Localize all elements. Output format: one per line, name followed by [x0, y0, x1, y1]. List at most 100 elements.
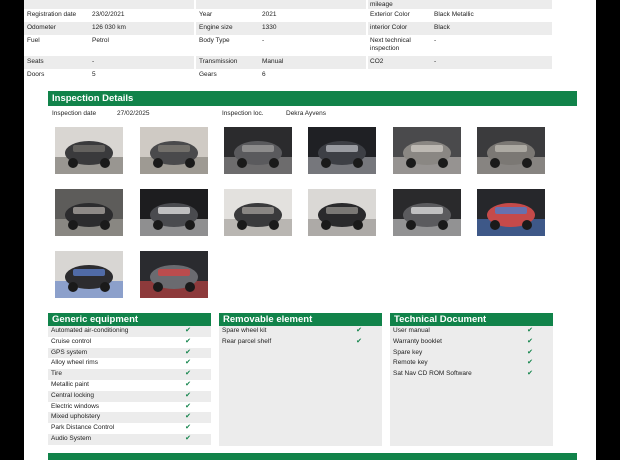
underside-photo[interactable] — [224, 189, 292, 236]
technical-document-item-label: Remote key — [393, 359, 428, 367]
technical-document-item-label: Warranty booklet — [393, 337, 442, 345]
technical-document-item: Remote key ✔ — [390, 358, 553, 369]
car-front-photo[interactable] — [55, 127, 123, 174]
check-icon: ✔ — [185, 424, 191, 432]
detail-value: - — [434, 37, 437, 44]
row-bg — [196, 0, 366, 9]
row-bg — [24, 0, 194, 9]
infotainment-photo[interactable] — [477, 189, 545, 236]
generic-equipment-item-label: Electric windows — [51, 402, 100, 410]
check-icon: ✔ — [185, 348, 191, 356]
generic-equipment-item-label: Central locking — [51, 391, 94, 399]
instrument-cluster-photo[interactable] — [308, 127, 376, 174]
technical-document-item: User manual ✔ — [390, 326, 553, 337]
inspection-loc-value: Dekra Ayvens — [286, 110, 326, 117]
technical-document-item: Sat Nav CD ROM Software ✔ — [390, 369, 553, 380]
detail-label: Fuel — [27, 37, 40, 44]
dashboard-photo[interactable] — [224, 127, 292, 174]
rear-seats-photo[interactable] — [477, 127, 545, 174]
detail-value: 126 030 km — [92, 24, 126, 31]
removable-element-item: Rear parcel shelf ✔ — [219, 337, 382, 348]
detail-label: Engine size — [199, 24, 233, 31]
generic-equipment-item: Central locking ✔ — [48, 390, 211, 402]
detail-value: - — [262, 37, 265, 44]
climate-screen-photo[interactable] — [55, 251, 123, 298]
detail-value: - — [434, 58, 437, 65]
generic-equipment-item-label: Audio System — [51, 434, 92, 442]
removable-element-item: Spare wheel kit ✔ — [219, 326, 382, 337]
technical-document-item: Warranty booklet ✔ — [390, 337, 553, 348]
generic-equipment-item: Cruise control ✔ — [48, 337, 211, 348]
check-icon: ✔ — [185, 391, 191, 399]
technical-document-list: User manual ✔ Warranty booklet ✔ Spare key ✔ R… — [390, 326, 553, 380]
generic-equipment-item: Automated air-conditioning ✔ — [48, 326, 211, 337]
generic-equipment-item-label: GPS system — [51, 348, 88, 356]
detail-label: Body Type — [199, 37, 230, 44]
check-icon: ✔ — [527, 348, 533, 356]
generic-equipment-item-label: Tire — [51, 370, 62, 378]
generic-equipment-item-label: Automated air-conditioning — [51, 327, 129, 334]
check-icon: ✔ — [356, 327, 362, 334]
removable-element-list: Spare wheel kit ✔ Rear parcel shelf ✔ — [219, 326, 382, 348]
inspection-details-header: Inspection Details — [48, 91, 577, 106]
car-rear-photo[interactable] — [140, 127, 208, 174]
generic-equipment-item-label: Alloy wheel rims — [51, 359, 98, 367]
inspection-loc-label: Inspection loc. — [222, 110, 264, 117]
check-icon: ✔ — [527, 359, 533, 367]
generic-equipment-item: Metallic paint ✔ — [48, 380, 211, 391]
generic-equipment-item-label: Metallic paint — [51, 380, 89, 388]
detail-value: 2021 — [262, 11, 277, 18]
technical-document-item-label: Spare key — [393, 348, 423, 356]
generic-equipment-header: Generic equipment — [48, 313, 211, 326]
generic-equipment-item: Tire ✔ — [48, 369, 211, 380]
detail-value: Manual — [262, 58, 284, 65]
check-icon: ✔ — [527, 370, 533, 378]
inspection-report-page: mileage Registration date 23/02/2021 Year 2… — [24, 0, 596, 460]
check-icon: ✔ — [185, 359, 191, 367]
trunk-photo[interactable] — [55, 189, 123, 236]
climate-controls-photo[interactable] — [140, 251, 208, 298]
check-icon: ✔ — [527, 327, 533, 334]
detail-label: Registration date — [27, 11, 77, 18]
removable-element-item-label: Rear parcel shelf — [222, 337, 272, 345]
technical-document-header: Technical Document — [390, 313, 553, 326]
detail-label: Seats — [27, 58, 44, 65]
detail-label: Odometer — [27, 24, 56, 31]
generic-equipment-list: Automated air-conditioning ✔ Cruise contro… — [48, 326, 211, 445]
check-icon: ✔ — [185, 370, 191, 378]
check-icon: ✔ — [185, 402, 191, 410]
generic-equipment-item-label: Cruise control — [51, 337, 92, 345]
generic-equipment-item-label: Park Distance Control — [51, 424, 115, 432]
check-icon: ✔ — [527, 337, 533, 345]
detail-value: 23/02/2021 — [92, 11, 125, 18]
detail-value: - — [92, 58, 95, 65]
removable-element-item-label: Spare wheel kit — [222, 327, 267, 334]
generic-equipment-item: Mixed upholstery ✔ — [48, 412, 211, 424]
check-icon: ✔ — [185, 434, 191, 442]
detail-value: 5 — [92, 71, 96, 78]
detail-label: Transmission — [199, 58, 238, 65]
wheel-photo[interactable] — [308, 189, 376, 236]
generic-equipment-item: Park Distance Control ✔ — [48, 423, 211, 434]
generic-equipment-item: Electric windows ✔ — [48, 402, 211, 413]
detail-value: Black — [434, 24, 450, 31]
detail-label: Doors — [27, 71, 45, 78]
next-section-header — [48, 453, 577, 460]
inspection-date-label: Inspection date — [52, 110, 97, 117]
detail-value: 1330 — [262, 24, 277, 31]
generic-equipment-item: GPS system ✔ — [48, 347, 211, 359]
detail-value: Black Metallic — [434, 11, 474, 18]
check-icon: ✔ — [185, 413, 191, 421]
detail-label: Gears — [199, 71, 217, 78]
check-icon: ✔ — [185, 380, 191, 388]
engine-bay-photo[interactable] — [140, 189, 208, 236]
mileage-partial-label: mileage — [370, 1, 393, 8]
row-bg — [368, 0, 552, 9]
check-icon: ✔ — [356, 337, 362, 345]
removable-element-header: Removable element — [219, 313, 382, 326]
technical-document-item-label: User manual — [393, 327, 430, 334]
check-icon: ✔ — [185, 327, 191, 334]
door-panel-photo[interactable] — [393, 189, 461, 236]
front-seats-photo[interactable] — [393, 127, 461, 174]
generic-equipment-item-label: Mixed upholstery — [51, 413, 101, 421]
